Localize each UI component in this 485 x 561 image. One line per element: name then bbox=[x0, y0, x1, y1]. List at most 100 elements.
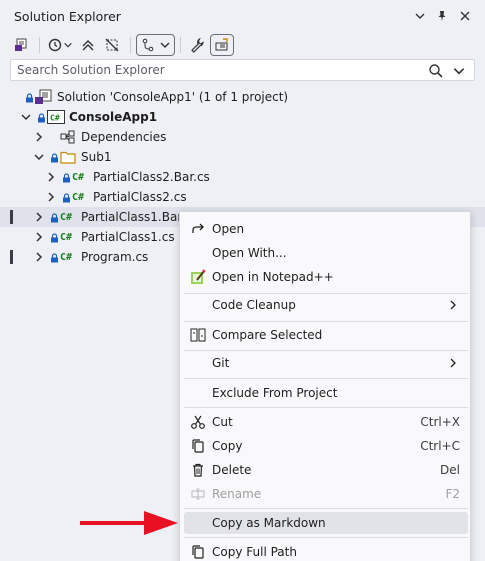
menu-item-label: Cut bbox=[212, 415, 233, 429]
csharp-file-icon: C# bbox=[60, 211, 73, 223]
menu-item-label: Git bbox=[212, 356, 230, 370]
file-label: Program.cs bbox=[81, 250, 149, 264]
solution-label: Solution 'ConsoleApp1' (1 of 1 project) bbox=[57, 90, 289, 104]
shortcut-label: Del bbox=[440, 463, 460, 477]
collapsed-arrow-icon[interactable] bbox=[33, 211, 45, 223]
toolbar-separator bbox=[39, 37, 40, 53]
collapsed-arrow-icon[interactable] bbox=[33, 251, 45, 263]
file-label: PartialClass1.cs bbox=[81, 230, 175, 244]
menu-separator bbox=[184, 378, 468, 379]
collapse-all-icon bbox=[82, 40, 94, 51]
open-arrow-icon bbox=[192, 223, 204, 233]
show-all-files-button[interactable] bbox=[101, 34, 123, 56]
pin-icon bbox=[438, 11, 446, 21]
menu-item-label: Copy Full Path bbox=[212, 545, 297, 559]
folder-label: Sub1 bbox=[81, 150, 112, 164]
search-input[interactable] bbox=[17, 63, 417, 77]
lock-icon bbox=[51, 253, 58, 263]
solution-explorer-toolbar bbox=[0, 32, 485, 58]
properties-button[interactable] bbox=[186, 34, 208, 56]
lock-icon bbox=[63, 173, 70, 183]
csharp-project-icon: C# bbox=[47, 110, 65, 124]
expanded-arrow-icon[interactable] bbox=[20, 111, 32, 123]
csharp-file-icon: C# bbox=[72, 171, 85, 183]
shortcut-label: F2 bbox=[445, 487, 460, 501]
menu-item-cut[interactable]: Cut Ctrl+X bbox=[184, 411, 468, 433]
close-icon bbox=[460, 11, 470, 21]
switch-views-icon bbox=[15, 38, 27, 51]
menu-item-label: Open With... bbox=[212, 246, 287, 260]
tree-item-solution[interactable]: Solution 'ConsoleApp1' (1 of 1 project) bbox=[0, 87, 485, 107]
menu-item-open[interactable]: Open bbox=[184, 218, 468, 240]
menu-item-rename[interactable]: Rename F2 bbox=[184, 483, 468, 505]
annotation-arrow-icon bbox=[80, 511, 178, 535]
solution-icon bbox=[35, 89, 52, 104]
search-box[interactable] bbox=[10, 59, 475, 81]
menu-item-compare-selected[interactable]: Compare Selected bbox=[184, 324, 468, 346]
trash-icon bbox=[193, 463, 203, 477]
chevron-down-icon bbox=[64, 42, 72, 48]
notepad-plus-plus-icon bbox=[191, 269, 206, 284]
menu-separator bbox=[184, 508, 468, 509]
shortcut-label: Ctrl+C bbox=[420, 439, 460, 453]
menu-item-copy[interactable]: Copy Ctrl+C bbox=[184, 435, 468, 457]
close-button[interactable] bbox=[455, 6, 475, 26]
tree-item-file[interactable]: C# PartialClass2.cs bbox=[0, 187, 485, 207]
svg-text:C#: C# bbox=[50, 114, 60, 123]
window-title: Solution Explorer bbox=[14, 8, 121, 24]
csharp-file-icon: C# bbox=[60, 251, 73, 263]
preview-selected-items-button[interactable] bbox=[210, 34, 234, 56]
dependencies-icon bbox=[60, 130, 75, 144]
lock-icon bbox=[38, 113, 45, 123]
file-label: PartialClass2.Bar.cs bbox=[93, 170, 210, 184]
lock-icon bbox=[63, 193, 70, 203]
csharp-file-icon: C# bbox=[60, 231, 73, 243]
switch-views-button[interactable] bbox=[10, 34, 32, 56]
menu-item-copy-full-path[interactable]: Copy Full Path bbox=[184, 541, 468, 561]
menu-item-open-with[interactable]: Open With... bbox=[184, 242, 468, 264]
tree-item-folder-sub1[interactable]: Sub1 bbox=[0, 147, 485, 167]
project-label: ConsoleApp1 bbox=[69, 110, 158, 124]
menu-item-delete[interactable]: Delete Del bbox=[184, 459, 468, 481]
collapsed-arrow-icon[interactable] bbox=[45, 171, 57, 183]
menu-item-label: Exclude From Project bbox=[212, 386, 338, 400]
lock-icon bbox=[51, 213, 58, 223]
tree-item-dependencies[interactable]: Dependencies bbox=[0, 127, 485, 147]
pin-button[interactable] bbox=[432, 6, 452, 26]
expanded-arrow-icon[interactable] bbox=[33, 151, 45, 163]
menu-item-git[interactable]: Git bbox=[184, 352, 468, 374]
file-label: PartialClass2.cs bbox=[93, 190, 187, 204]
folder-icon bbox=[60, 151, 76, 164]
copy-icon bbox=[192, 545, 204, 559]
tree-item-file[interactable]: C# PartialClass2.Bar.cs bbox=[0, 167, 485, 187]
menu-item-label: Open bbox=[212, 222, 245, 236]
menu-item-label: Copy as Markdown bbox=[212, 516, 326, 530]
menu-item-copy-as-markdown[interactable]: Copy as Markdown bbox=[184, 512, 468, 534]
copy-icon bbox=[192, 439, 204, 453]
pending-changes-filter-button[interactable] bbox=[45, 34, 75, 56]
menu-item-open-notepad[interactable]: Open in Notepad++ bbox=[184, 266, 468, 288]
search-icon[interactable] bbox=[428, 63, 444, 79]
menu-separator bbox=[184, 407, 468, 408]
collapsed-arrow-icon[interactable] bbox=[33, 131, 45, 143]
menu-item-exclude[interactable]: Exclude From Project bbox=[184, 382, 468, 404]
menu-item-label: Rename bbox=[212, 487, 262, 501]
scissors-icon bbox=[191, 415, 205, 429]
collapse-all-button[interactable] bbox=[77, 34, 99, 56]
window-position-button[interactable] bbox=[410, 6, 430, 26]
toolbar-separator bbox=[130, 37, 131, 53]
lock-icon bbox=[51, 153, 58, 163]
tree-item-project[interactable]: C# ConsoleApp1 bbox=[0, 107, 485, 127]
tool-window-titlebar: Solution Explorer bbox=[0, 0, 485, 32]
search-options-chevron-icon[interactable] bbox=[452, 64, 466, 78]
menu-separator bbox=[184, 321, 468, 322]
collapsed-arrow-icon[interactable] bbox=[45, 191, 57, 203]
menu-item-code-cleanup[interactable]: Code Cleanup bbox=[184, 294, 468, 316]
show-all-files-icon bbox=[105, 38, 119, 52]
change-marker bbox=[10, 250, 13, 264]
collapsed-arrow-icon[interactable] bbox=[33, 231, 45, 243]
change-marker bbox=[10, 210, 13, 224]
menu-separator bbox=[184, 350, 468, 351]
sync-with-active-document-dropdown[interactable] bbox=[136, 34, 175, 56]
history-icon bbox=[48, 38, 62, 52]
